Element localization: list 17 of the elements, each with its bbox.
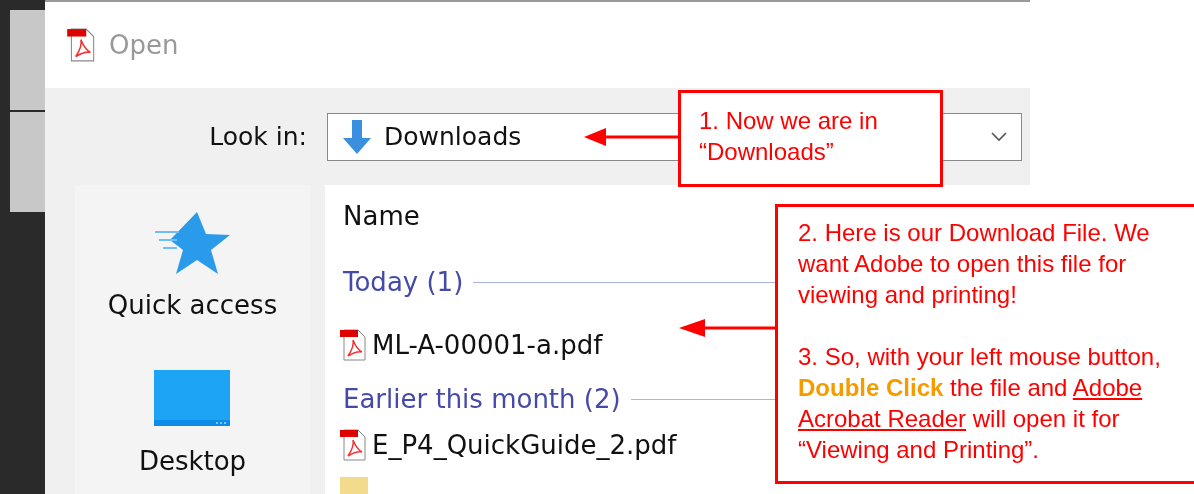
look-in-label: Look in: (208, 122, 308, 151)
pdf-file-icon (67, 27, 97, 63)
navigation-item[interactable]: Desktop (138, 370, 247, 476)
navigation-item[interactable]: Quick access (107, 210, 278, 320)
chevron-down-icon (991, 131, 1007, 142)
group-header[interactable]: Today (1) (343, 267, 464, 297)
window-title: Open (109, 30, 179, 60)
pdf-file-icon (340, 327, 368, 363)
column-header[interactable]: Name (343, 185, 420, 247)
file-name[interactable]: E_P4_QuickGuide_2.pdf (372, 430, 677, 460)
file-name[interactable]: ML-A-00001-a.pdf (372, 330, 603, 360)
callout-text: 2. Here is our Download File. We want Adobe to open this file for viewing and printing! (798, 218, 1151, 310)
download-arrow-icon (342, 119, 372, 154)
group-header[interactable]: Earlier this month (2) (343, 384, 621, 414)
desktop-icon (154, 370, 231, 426)
callout-text: 3. So, with your left mouse button, Double Click the file and Adobe Acrobat Reader will open it for “Viewing and Printing”. (798, 342, 1162, 465)
pdf-file-icon (340, 427, 368, 463)
